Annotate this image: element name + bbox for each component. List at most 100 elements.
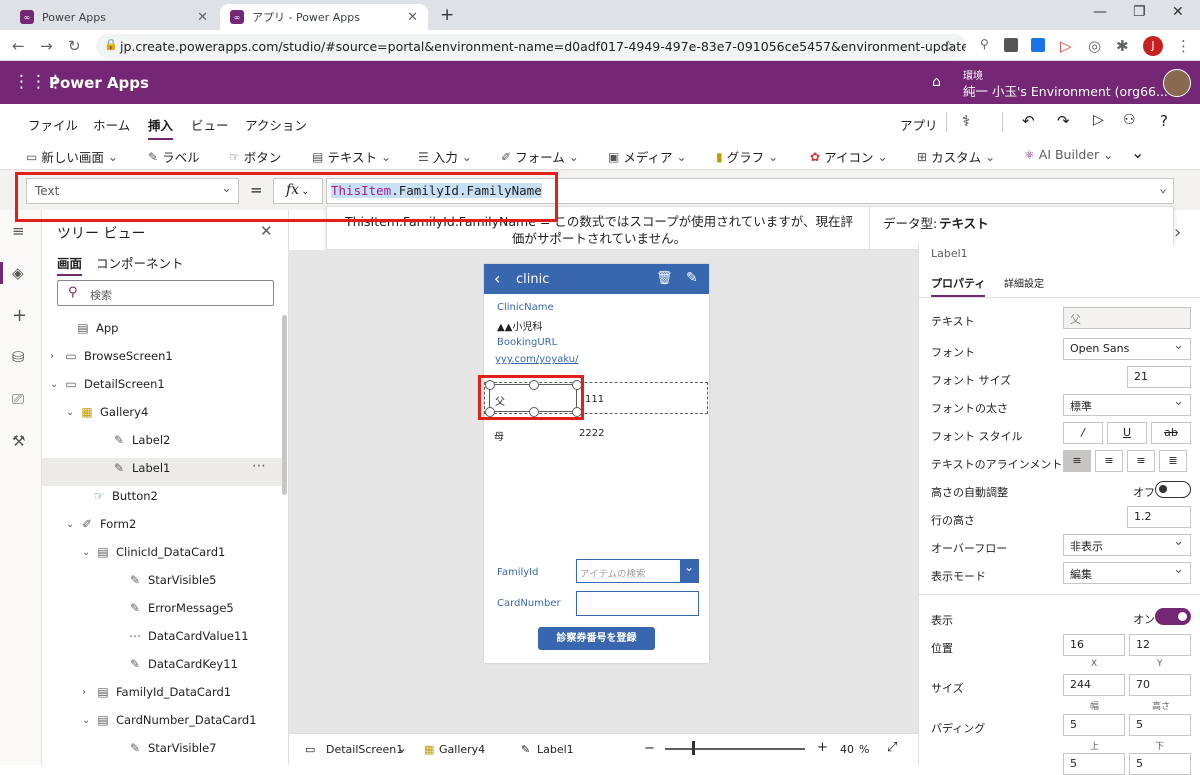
padding-top-input[interactable]: 5 xyxy=(1063,714,1125,736)
text-prop-input[interactable]: 父 xyxy=(1063,307,1191,329)
height-input[interactable]: 70 xyxy=(1129,674,1191,696)
tree-item-clinicid_datacard1[interactable]: ⌄ ▤ ClinicId_DataCard1 xyxy=(42,538,282,566)
tree-item-familyid_datacard1[interactable]: › ▤ FamilyId_DataCard1 xyxy=(42,678,282,706)
display-mode-dropdown[interactable]: 編集 xyxy=(1063,562,1191,584)
chevron-right-icon[interactable]: › xyxy=(1174,222,1181,243)
overflow-dropdown[interactable]: 非表示 xyxy=(1063,534,1191,556)
align-center-icon[interactable]: ≡ xyxy=(1095,450,1123,472)
auto-height-toggle[interactable] xyxy=(1155,481,1191,498)
chevron-icon[interactable]: ⌄ xyxy=(82,547,94,558)
reload-icon[interactable]: ↻ xyxy=(68,37,81,55)
user-avatar[interactable] xyxy=(1163,69,1191,97)
chevron-icon[interactable]: › xyxy=(82,687,94,698)
puzzle-extensions-icon[interactable]: ✱ xyxy=(1116,37,1129,55)
width-input[interactable]: 244 xyxy=(1063,674,1125,696)
padding-bottom-input[interactable]: 5 xyxy=(1129,714,1191,736)
tab-view[interactable]: ビュー xyxy=(191,115,229,134)
padding-right-input[interactable]: 5 xyxy=(1129,753,1191,775)
breadcrumb-gallery[interactable]: Gallery4 xyxy=(439,743,485,756)
tab-insert[interactable]: 挿入 xyxy=(148,115,174,140)
booking-url-link[interactable]: yyy.com/yoyaku/ xyxy=(495,354,579,365)
browser-tab-app[interactable]: ∞ アプリ - Power Apps ✕ xyxy=(220,4,428,30)
app-checker-label[interactable]: アプリ xyxy=(900,115,938,134)
selenium-extension-icon[interactable] xyxy=(1004,38,1018,52)
align-justify-icon[interactable]: ≣ xyxy=(1159,450,1187,472)
form-button[interactable]: ✐ フォーム ⌄ xyxy=(501,147,579,166)
hamburger-menu-icon[interactable]: ≡ xyxy=(12,222,25,240)
tree-item-detailscreen1[interactable]: ⌄ ▭ DetailScreen1 xyxy=(42,370,282,398)
input-button[interactable]: ☰ 入力 ⌄ xyxy=(418,147,472,166)
tree-item-errormessage5[interactable]: ✎ ErrorMessage5 xyxy=(42,594,282,622)
play-preview-icon[interactable]: ▷ xyxy=(1093,112,1104,128)
register-card-button[interactable]: 診察券番号を登録 xyxy=(538,627,655,650)
position-x-input[interactable]: 16 xyxy=(1063,634,1125,656)
chevron-icon[interactable]: ⌄ xyxy=(66,519,78,530)
chevron-icon[interactable]: ⌄ xyxy=(82,715,94,726)
tree-item-form2[interactable]: ⌄ ✐ Form2 xyxy=(42,510,282,538)
more-options-icon[interactable]: ⋯ xyxy=(252,458,266,474)
button-button[interactable]: ☞ ボタン xyxy=(229,147,281,166)
close-icon[interactable]: ✕ xyxy=(260,222,273,240)
advanced-tools-icon[interactable]: ⚒ xyxy=(12,432,25,450)
tree-view-layers-icon[interactable]: ◈ xyxy=(12,264,24,282)
stethoscope-icon[interactable]: ⚕ xyxy=(962,112,970,130)
strikethrough-button[interactable]: ab xyxy=(1151,422,1191,444)
underline-button[interactable]: U xyxy=(1107,422,1147,444)
italic-button[interactable]: / xyxy=(1063,422,1103,444)
align-right-icon[interactable]: ≡ xyxy=(1127,450,1155,472)
line-height-input[interactable]: 1.2 xyxy=(1127,506,1191,528)
expand-ribbon-chevron-icon[interactable]: ⌄ xyxy=(1131,143,1144,162)
tree-item-button2[interactable]: ☞ Button2 xyxy=(42,482,282,510)
share-user-icon[interactable]: ⚇ xyxy=(1123,112,1136,128)
expand-formula-chevron-icon[interactable]: ⌄ xyxy=(1159,181,1167,196)
tree-item-gallery4[interactable]: ⌄ ▦ Gallery4 xyxy=(42,398,282,426)
chevron-down-icon[interactable]: ⌄ xyxy=(397,741,407,755)
extension-icon[interactable]: ⚲ xyxy=(980,37,989,51)
zoom-in-icon[interactable]: + xyxy=(817,740,828,755)
search-input[interactable]: ⚲ 検索 xyxy=(57,280,274,306)
close-tab-icon[interactable]: ✕ xyxy=(197,10,208,25)
font-size-input[interactable]: 21 xyxy=(1127,366,1191,388)
help-icon[interactable]: ? xyxy=(1160,112,1168,130)
tree-item-label2[interactable]: ✎ Label2 xyxy=(42,426,282,454)
tree-item-label1[interactable]: ✎ Label1 xyxy=(42,454,282,482)
tab-components[interactable]: コンポーネント xyxy=(96,253,184,272)
zoom-out-icon[interactable]: − xyxy=(644,741,655,756)
chevron-icon[interactable]: ⌄ xyxy=(50,379,62,390)
tree-item-datacardkey11[interactable]: ✎ DataCardKey11 xyxy=(42,650,282,678)
url-field[interactable]: 🔒 jp.create.powerapps.com/studio/#source… xyxy=(96,34,966,58)
download-extension-icon[interactable] xyxy=(1031,38,1045,52)
browser-tab-power-apps[interactable]: ∞ Power Apps ✕ xyxy=(10,4,218,30)
environment-name[interactable]: 純一 小玉's Environment (org66... xyxy=(963,81,1168,100)
zoom-slider-thumb[interactable] xyxy=(692,741,695,755)
fit-to-window-icon[interactable]: ⤢ xyxy=(887,740,897,755)
scrollbar[interactable] xyxy=(282,315,287,495)
forward-icon[interactable]: → xyxy=(40,37,53,55)
tree-item-cardnumber_datacard1[interactable]: ⌄ ▤ CardNumber_DataCard1 xyxy=(42,706,282,734)
chat-extension-icon[interactable]: ◎ xyxy=(1088,37,1101,55)
chevron-icon[interactable]: ⌄ xyxy=(66,407,78,418)
data-database-icon[interactable]: ⛁ xyxy=(12,348,25,366)
visible-toggle[interactable] xyxy=(1155,608,1191,625)
tab-file[interactable]: ファイル xyxy=(28,115,78,134)
tree-item-starvisible5[interactable]: ✎ StarVisible5 xyxy=(42,566,282,594)
tree-item-browsescreen1[interactable]: › ▭ BrowseScreen1 xyxy=(42,342,282,370)
font-dropdown[interactable]: Open Sans xyxy=(1063,338,1191,360)
media-button[interactable]: ▣ メディア ⌄ xyxy=(608,147,687,166)
tab-advanced[interactable]: 詳細設定 xyxy=(1004,275,1044,290)
ai-builder-button[interactable]: ⚛ AI Builder ⌄ xyxy=(1024,147,1113,162)
trash-icon[interactable]: 🗑 xyxy=(656,271,673,286)
edit-pencil-icon[interactable]: ✎ xyxy=(686,270,698,286)
close-tab-icon[interactable]: ✕ xyxy=(407,10,418,25)
restore-icon[interactable]: ❐ xyxy=(1133,4,1146,20)
back-icon[interactable]: ← xyxy=(12,37,25,55)
tree-item-datacardvalue11[interactable]: ⋯ DataCardValue11 xyxy=(42,622,282,650)
card-number-input[interactable] xyxy=(576,591,699,616)
media-icon[interactable]: ⎚ xyxy=(12,390,24,408)
chart-button[interactable]: ▮ グラフ ⌄ xyxy=(716,147,778,166)
tab-screens[interactable]: 画面 xyxy=(57,253,83,276)
back-arrow-icon[interactable]: ‹ xyxy=(494,269,500,288)
padding-left-input[interactable]: 5 xyxy=(1063,753,1125,775)
icon-button[interactable]: ✿ アイコン ⌄ xyxy=(810,147,888,166)
insert-plus-icon[interactable]: + xyxy=(12,305,27,326)
